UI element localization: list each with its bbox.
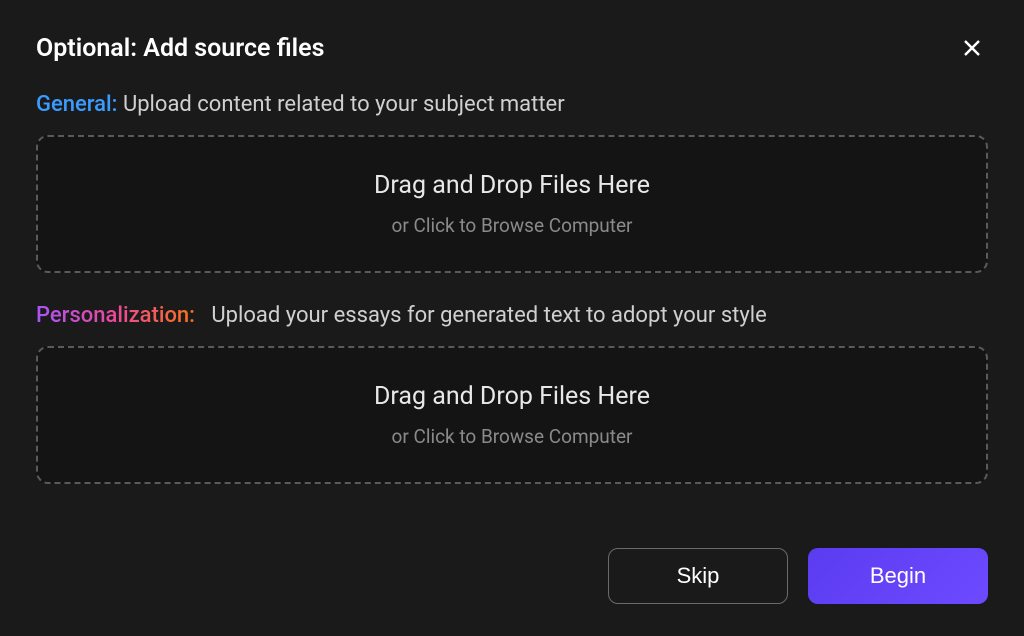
general-label: General:	[36, 92, 117, 117]
general-section: General: Upload content related to your …	[36, 92, 988, 273]
close-icon	[960, 36, 984, 60]
general-dropzone[interactable]: Drag and Drop Files Here or Click to Bro…	[36, 135, 988, 273]
general-dropzone-sub-text: or Click to Browse Computer	[58, 214, 966, 237]
dialog-header: Optional: Add source files	[36, 32, 988, 64]
skip-button[interactable]: Skip	[608, 548, 788, 604]
personalization-section: Personalization: Upload your essays for …	[36, 303, 988, 484]
personalization-dropzone-main-text: Drag and Drop Files Here	[58, 382, 966, 411]
personalization-dropzone[interactable]: Drag and Drop Files Here or Click to Bro…	[36, 346, 988, 484]
close-button[interactable]	[956, 32, 988, 64]
personalization-section-label: Personalization: Upload your essays for …	[36, 303, 988, 328]
personalization-label: Personalization:	[36, 303, 195, 328]
begin-button[interactable]: Begin	[808, 548, 988, 604]
general-dropzone-main-text: Drag and Drop Files Here	[58, 171, 966, 200]
general-label-description: Upload content related to your subject m…	[123, 92, 565, 117]
dialog-title: Optional: Add source files	[36, 34, 324, 63]
personalization-label-description: Upload your essays for generated text to…	[211, 303, 766, 328]
dialog-footer: Skip Begin	[36, 548, 988, 604]
general-section-label: General: Upload content related to your …	[36, 92, 988, 117]
personalization-dropzone-sub-text: or Click to Browse Computer	[58, 425, 966, 448]
